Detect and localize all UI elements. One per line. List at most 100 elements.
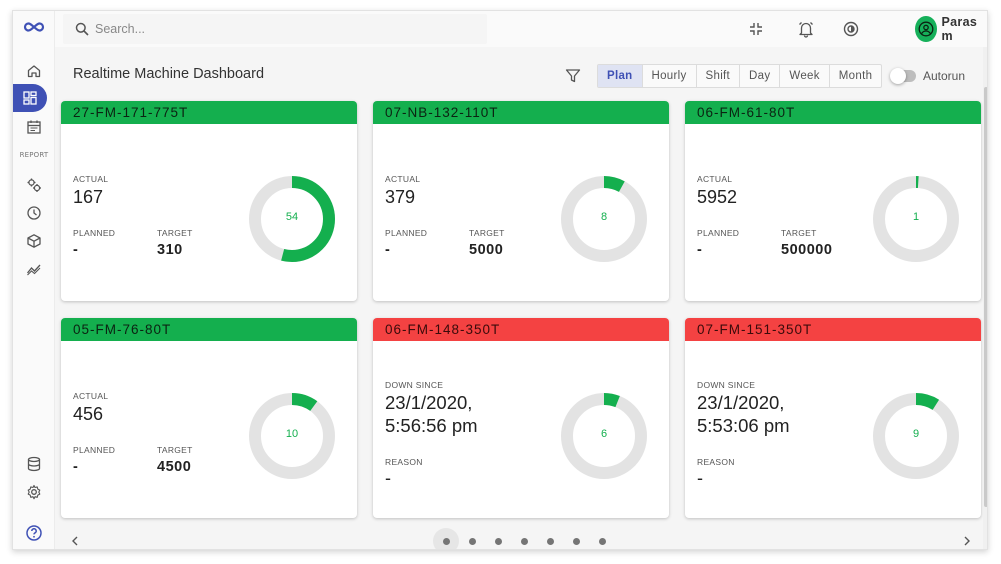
sidebar-item-product-report[interactable]	[22, 229, 46, 253]
contrast-icon	[843, 21, 859, 37]
search-bar[interactable]	[63, 14, 487, 44]
search-input[interactable]	[95, 22, 475, 36]
target-label: TARGET	[157, 445, 193, 455]
user-menu[interactable]: Paras m	[915, 15, 987, 43]
sidebar-item-calendar[interactable]	[22, 115, 46, 139]
theme-toggle-button[interactable]	[840, 18, 862, 40]
sidebar-item-trend-report[interactable]	[22, 257, 46, 281]
sidebar-item-time-report[interactable]	[22, 201, 46, 225]
dot-icon	[494, 537, 502, 545]
machine-id: 06-FM-148-350T	[373, 318, 669, 341]
page-dot-4[interactable]	[511, 528, 537, 549]
page-dot-3[interactable]	[485, 528, 511, 549]
next-page-button[interactable]	[959, 532, 975, 549]
chevron-right-icon	[964, 536, 970, 546]
down-since-date: 23/1/2020,	[385, 392, 473, 413]
page-dot-1[interactable]	[433, 528, 459, 549]
planned-value: -	[73, 459, 79, 475]
app-window: REPORT Paras m Search... Realtime Machin…	[12, 10, 988, 550]
page-dot-6[interactable]	[563, 528, 589, 549]
alarm-bell-icon	[799, 22, 813, 38]
dot-icon	[572, 537, 580, 545]
machine-card[interactable]: 05-FM-76-80T ACTUAL 456 PLANNED - TARGET…	[61, 318, 357, 518]
target-value: 5000	[469, 242, 504, 258]
down-since-time: 5:56:56 pm	[385, 415, 478, 436]
app-logo-icon[interactable]	[23, 20, 45, 34]
actual-label: ACTUAL	[73, 391, 109, 401]
gear-icon	[27, 484, 41, 500]
down-since-date: 23/1/2020,	[697, 392, 785, 413]
tab-day[interactable]: Day	[740, 65, 781, 87]
machine-id: 07-FM-151-350T	[685, 318, 981, 341]
target-value: 310	[157, 242, 183, 258]
alarm-button[interactable]	[795, 18, 817, 40]
actual-label: ACTUAL	[385, 174, 421, 184]
page-dot-2[interactable]	[459, 528, 485, 549]
sidebar-item-help[interactable]	[22, 521, 46, 545]
machine-id: 05-FM-76-80T	[61, 318, 357, 341]
filter-icon[interactable]	[564, 67, 582, 85]
actual-label: ACTUAL	[73, 174, 109, 184]
exit-fullscreen-icon	[750, 23, 762, 35]
target-label: TARGET	[157, 228, 193, 238]
tab-shift[interactable]: Shift	[697, 65, 741, 87]
sidebar-item-home[interactable]	[22, 59, 46, 83]
sidebar: REPORT	[13, 11, 55, 549]
tab-hourly[interactable]: Hourly	[643, 65, 697, 87]
actual-value: 379	[385, 187, 416, 207]
cube-icon	[27, 234, 41, 248]
sidebar-item-machine-report[interactable]	[22, 173, 46, 197]
exit-fullscreen-button[interactable]	[745, 18, 767, 40]
autorun-toggle[interactable]	[890, 68, 916, 84]
tab-week[interactable]: Week	[780, 65, 830, 87]
progress-value: 8	[600, 211, 608, 223]
planned-value: -	[73, 242, 79, 258]
dot-icon	[598, 537, 606, 545]
chevron-left-icon	[72, 536, 78, 546]
machine-card[interactable]: 27-FM-171-775T ACTUAL 167 PLANNED - TARG…	[61, 101, 357, 301]
dot-icon	[468, 537, 476, 545]
planned-label: PLANNED	[73, 445, 116, 455]
reason-value: -	[697, 468, 703, 488]
machine-id: 27-FM-171-775T	[61, 101, 357, 124]
page-dot-5[interactable]	[537, 528, 563, 549]
sidebar-item-database[interactable]	[22, 452, 46, 476]
machine-card[interactable]: 06-FM-148-350T DOWN SINCE 23/1/2020, 5:5…	[373, 318, 669, 518]
dashboard-icon	[23, 91, 37, 105]
actual-value: 456	[73, 404, 104, 424]
tab-month[interactable]: Month	[830, 65, 881, 87]
machine-card[interactable]: 07-FM-151-350T DOWN SINCE 23/1/2020, 5:5…	[685, 318, 981, 518]
page-title: Realtime Machine Dashboard	[73, 66, 265, 82]
time-range-selector: Plan Hourly Shift Day Week Month	[597, 64, 883, 88]
actual-label: ACTUAL	[697, 174, 733, 184]
progress-value: 1	[912, 211, 920, 223]
planned-label: PLANNED	[73, 228, 116, 238]
machine-id: 06-FM-61-80T	[685, 101, 981, 124]
search-icon	[75, 22, 89, 36]
user-name: Paras m	[941, 15, 978, 43]
dot-icon	[442, 537, 450, 545]
report-section-label: REPORT	[19, 151, 49, 159]
actual-value: 5952	[697, 187, 738, 207]
planned-label: PLANNED	[385, 228, 428, 238]
down-since-time: 5:53:06 pm	[697, 415, 790, 436]
help-icon	[26, 525, 42, 541]
scrollbar-thumb[interactable]	[984, 87, 987, 507]
scrollbar[interactable]	[983, 47, 987, 549]
machine-card[interactable]: 07-NB-132-110T ACTUAL 379 PLANNED - TARG…	[373, 101, 669, 301]
home-icon	[27, 65, 41, 78]
sidebar-item-settings[interactable]	[22, 480, 46, 504]
target-value: 4500	[157, 459, 192, 475]
reason-label: REASON	[385, 457, 423, 467]
page-dot-7[interactable]	[589, 528, 615, 549]
sidebar-item-dashboard[interactable]	[13, 84, 47, 112]
gears-icon	[27, 178, 41, 192]
machine-card[interactable]: 06-FM-61-80T ACTUAL 5952 PLANNED - TARGE…	[685, 101, 981, 301]
tab-plan[interactable]: Plan	[598, 65, 643, 87]
down-since-label: DOWN SINCE	[697, 380, 756, 390]
toggle-knob	[890, 68, 906, 84]
trend-icon	[26, 264, 41, 276]
progress-value: 54	[285, 211, 299, 223]
previous-page-button[interactable]	[67, 532, 83, 549]
dot-icon	[546, 537, 554, 545]
